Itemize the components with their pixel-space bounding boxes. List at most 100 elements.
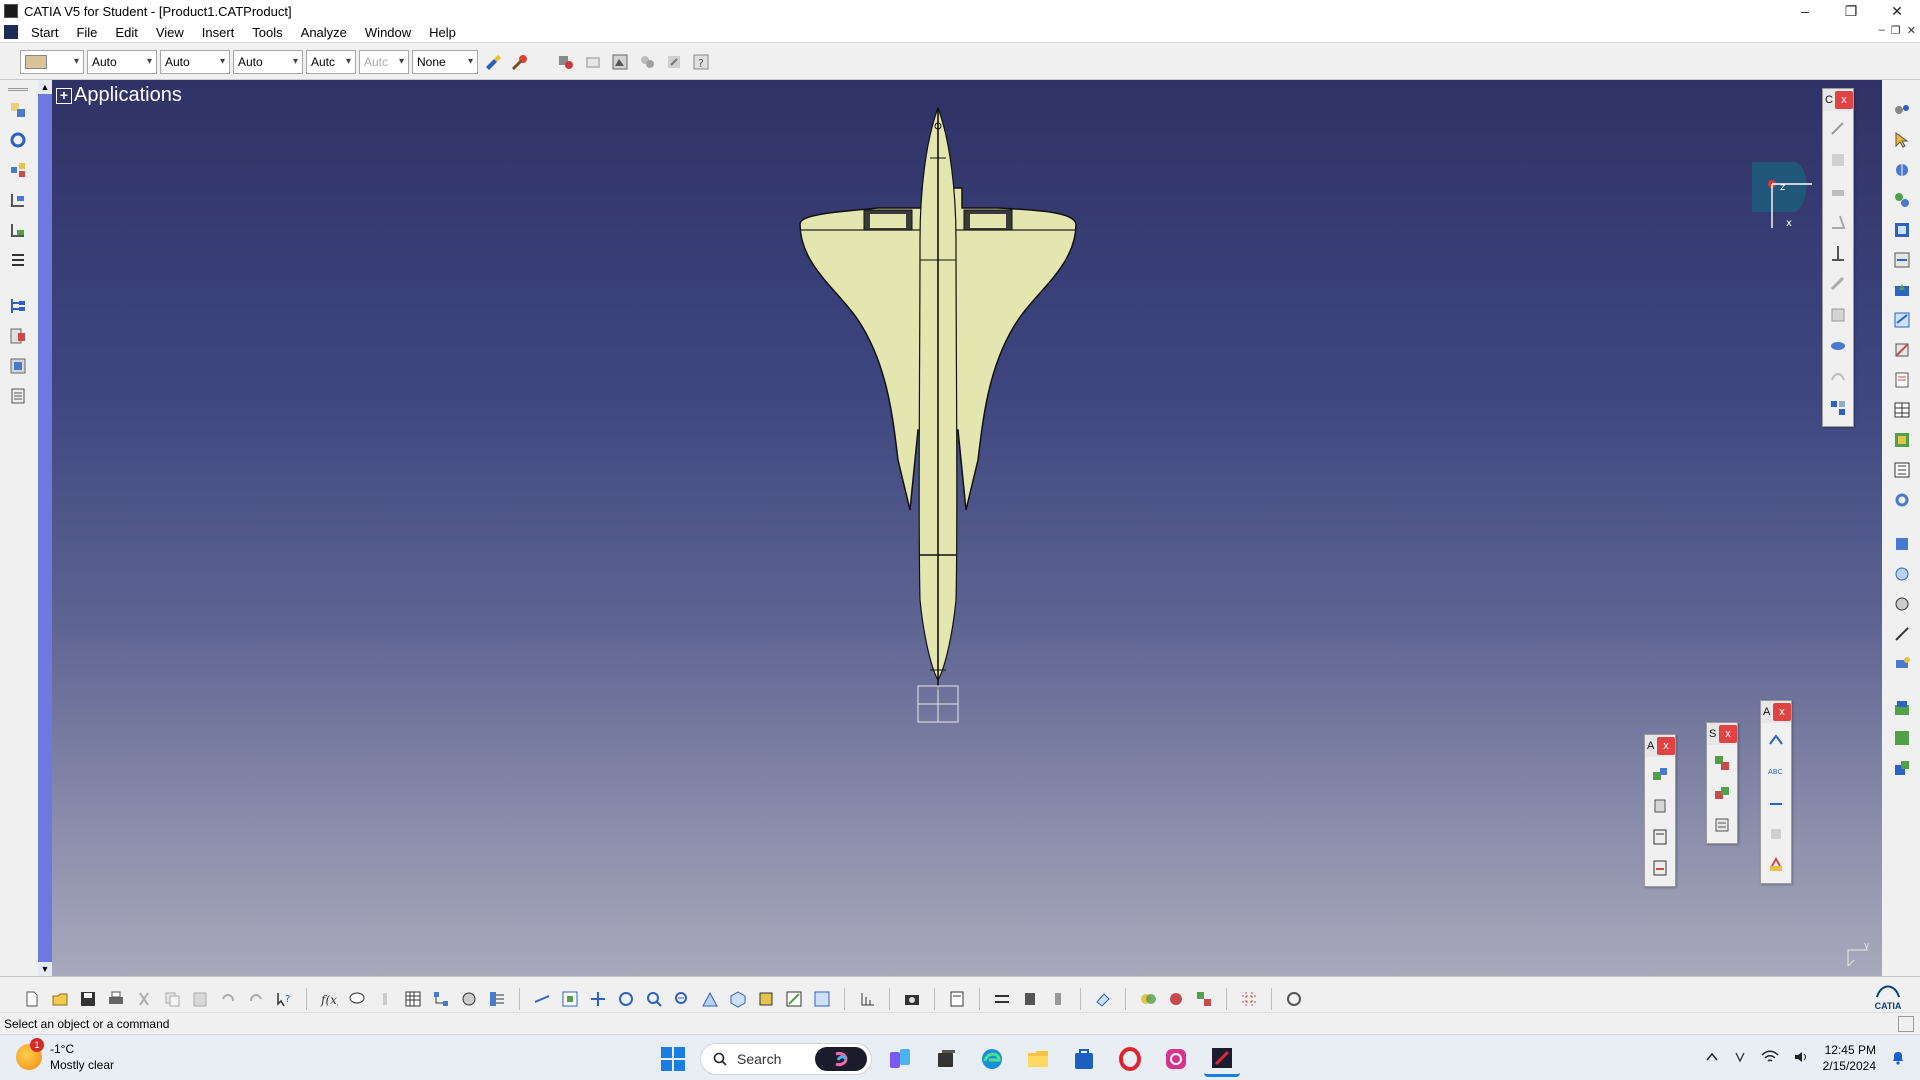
zoom-out-icon[interactable] [670,987,694,1011]
camera-icon[interactable] [900,987,924,1011]
catia-taskbar-icon[interactable] [1204,1041,1240,1077]
annotation-view-icon[interactable] [1764,853,1788,877]
close-icon[interactable]: x [1657,737,1675,755]
open-folder-icon[interactable] [48,987,72,1011]
zoom-in-icon[interactable] [642,987,666,1011]
print-icon[interactable] [104,987,128,1011]
simulation-icon[interactable] [1890,652,1914,676]
tree-expand-icon[interactable] [429,987,453,1011]
hand-icon[interactable] [457,987,481,1011]
product-structure-icon[interactable] [1890,218,1914,242]
redo-icon[interactable] [244,987,268,1011]
comment-icon[interactable] [345,987,369,1011]
file-explorer-icon[interactable] [1020,1041,1056,1077]
components-icon[interactable] [1890,188,1914,212]
menu-tools[interactable]: Tools [243,25,291,40]
volume-icon[interactable] [1793,1050,1809,1067]
replace-component-icon[interactable] [6,248,30,272]
assembly-features-icon[interactable] [6,98,30,122]
new-product-icon[interactable] [6,188,30,212]
scroll-down-icon[interactable]: ▼ [38,962,52,976]
reuse-pattern-icon[interactable] [1826,396,1850,420]
linetype-dropdown[interactable]: Auto ▾ [233,49,303,74]
undo-icon[interactable] [216,987,240,1011]
snap-icon[interactable] [1648,825,1672,849]
doc-restore-button[interactable]: ❐ [1891,24,1901,37]
contact-constraint-icon[interactable] [1826,148,1850,172]
close-icon[interactable]: x [1719,725,1737,743]
weld-feature-icon[interactable] [1764,729,1788,753]
distance-icon[interactable] [1890,622,1914,646]
swap-visible-space-icon[interactable] [810,987,834,1011]
manipulation-icon[interactable] [1648,794,1672,818]
notification-bell-icon[interactable] [1890,1049,1906,1068]
rotate-view-icon[interactable] [1890,562,1914,586]
opera-browser-icon[interactable] [1112,1041,1148,1077]
selective-load-icon[interactable] [6,354,30,378]
graph-tree-reordering-icon[interactable] [6,294,30,318]
fix-component-icon[interactable] [1826,241,1850,265]
quick-constraint-icon[interactable] [1826,303,1850,327]
menu-start[interactable]: Start [22,25,67,40]
menu-window[interactable]: Window [356,25,420,40]
new-file-icon[interactable] [20,987,44,1011]
minimize-button[interactable]: – [1782,0,1828,22]
knowledge-advisor-icon[interactable] [635,50,659,74]
compass-widget[interactable]: z x [1750,160,1814,230]
gear-icon[interactable] [1890,488,1914,512]
table-grid-icon[interactable] [401,987,425,1011]
transparency-dropdown[interactable]: Auto ▾ [87,49,157,74]
space-analysis-icon[interactable] [1710,751,1734,775]
copy-icon[interactable] [160,987,184,1011]
toolbar-grip[interactable] [8,88,28,91]
normal-view-icon[interactable] [698,987,722,1011]
offset-constraint-icon[interactable] [1826,179,1850,203]
edge-browser-icon[interactable] [974,1041,1010,1077]
expand-icon[interactable]: + [56,87,72,104]
properties-brush-icon[interactable] [508,50,532,74]
manipulate-icon[interactable] [1890,158,1914,182]
dimension-icon[interactable] [855,987,879,1011]
catalog-editor-icon[interactable] [945,987,969,1011]
apply-material-icon[interactable] [554,50,578,74]
menu-edit[interactable]: Edit [106,25,146,40]
clock[interactable]: 12:45 PM 2/15/2024 [1823,1042,1876,1074]
paste-icon[interactable] [188,987,212,1011]
send-to-icon[interactable] [1890,756,1914,780]
menu-analyze[interactable]: Analyze [292,25,356,40]
scene-icon[interactable] [608,50,632,74]
select-arrow-icon[interactable] [1890,128,1914,152]
menu-help[interactable]: Help [420,25,465,40]
power-input-icon[interactable] [1898,1016,1914,1032]
bottle-icon[interactable] [1046,987,1070,1011]
existing-component-icon[interactable] [6,158,30,182]
copilot-icon[interactable] [815,1047,867,1071]
move-icon[interactable] [1890,248,1914,272]
floating-toolbar-header[interactable]: A x [1645,735,1675,757]
line-thickness-dropdown[interactable]: Auto ▾ [160,49,230,74]
isometric-view-icon[interactable] [726,987,750,1011]
save-management-icon[interactable] [1890,726,1914,750]
rotate-icon[interactable] [614,987,638,1011]
widgets-app-icon[interactable] [882,1041,918,1077]
measure-icon[interactable] [1890,592,1914,616]
menu-view[interactable]: View [147,25,193,40]
save-icon[interactable] [76,987,100,1011]
light-icon[interactable] [373,987,397,1011]
instagram-icon[interactable] [1158,1041,1194,1077]
sectioning-icon[interactable] [1710,813,1734,837]
publication-icon[interactable] [1890,696,1914,720]
render-icon[interactable] [1164,987,1188,1011]
color-dropdown[interactable]: ▾ [20,49,84,74]
layer-dropdown[interactable]: None ▾ [412,49,478,74]
menu-insert[interactable]: Insert [193,25,244,40]
sensors-icon[interactable] [1890,532,1914,556]
stop-manipulate-icon[interactable] [1648,856,1672,880]
point-symbol-dropdown[interactable]: Autc ▾ [306,49,356,74]
material-library-icon[interactable] [1136,987,1160,1011]
scene-editor-icon[interactable] [1192,987,1216,1011]
angle-constraint-icon[interactable] [1826,210,1850,234]
shading-icon[interactable] [754,987,778,1011]
floating-toolbar-header[interactable]: C x [1823,89,1853,111]
stretch-icon[interactable] [990,987,1014,1011]
